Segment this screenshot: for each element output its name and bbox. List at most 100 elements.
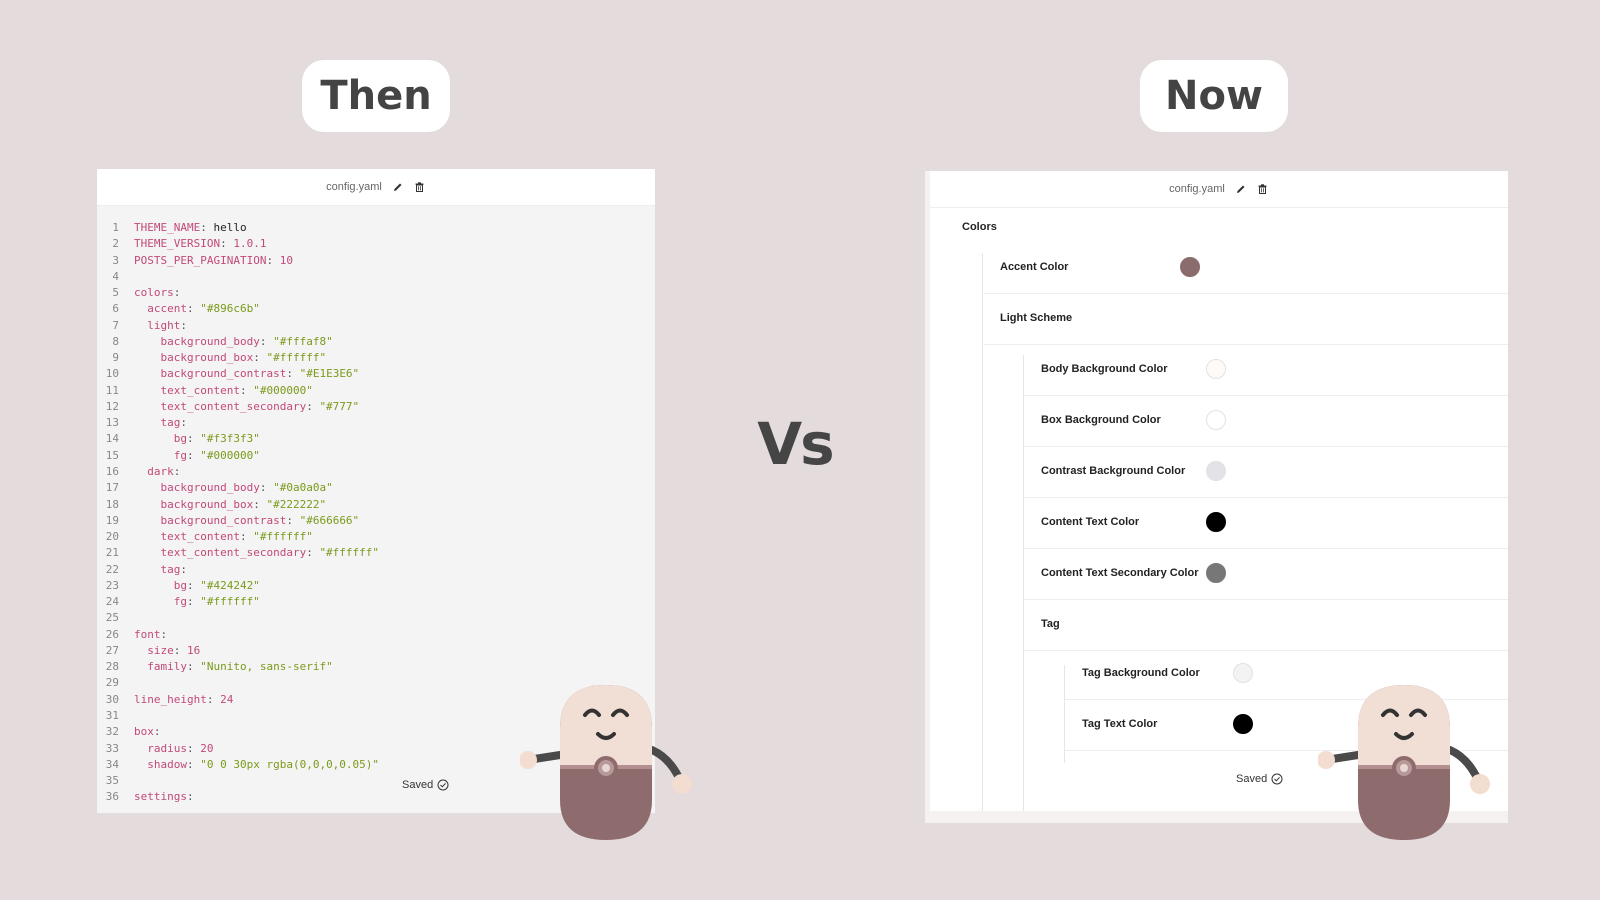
code-token: : <box>306 546 320 560</box>
code-line: 20 text_content: "#ffffff" <box>97 529 655 545</box>
setting-label: Light Scheme <box>1000 312 1073 324</box>
color-swatch[interactable] <box>1206 563 1226 583</box>
code-text: bg: "#f3f3f3" <box>134 431 260 447</box>
code-line: 13 tag: <box>97 415 655 431</box>
line-number: 29 <box>105 676 119 690</box>
code-token: "#0a0a0a" <box>273 481 333 495</box>
code-line: 17 background_body: "#0a0a0a" <box>97 480 655 496</box>
code-token: THEME_NAME <box>134 221 201 234</box>
line-number: 23 <box>105 578 119 592</box>
code-token: radius <box>134 741 187 755</box>
code-line: 25 <box>97 610 655 626</box>
code-line: 14 bg: "#f3f3f3" <box>97 431 655 447</box>
code-token: : <box>186 790 194 804</box>
code-token: bg <box>134 578 187 592</box>
code-token: : <box>286 513 300 527</box>
code-token: "#424242" <box>200 578 260 592</box>
line-number: 8 <box>112 334 119 348</box>
setting-row: Contrast Background Color <box>1023 445 1508 498</box>
edit-icon[interactable] <box>1235 183 1247 195</box>
code-token: : <box>220 237 234 251</box>
code-line: 5 colors: <box>97 285 655 301</box>
code-token: : <box>259 334 274 348</box>
code-token: colors <box>134 286 174 300</box>
code-token: : <box>186 741 201 755</box>
line-number: 10 <box>105 367 119 381</box>
code-line: 3 POSTS_PER_PAGINATION: 10 <box>97 253 655 269</box>
code-token: : <box>186 578 201 592</box>
color-swatch[interactable] <box>1233 663 1253 683</box>
color-swatch[interactable] <box>1206 461 1226 481</box>
color-swatch[interactable] <box>1233 714 1253 734</box>
code-text: fg: "#000000" <box>134 448 260 464</box>
code-line: 27 size: 16 <box>97 643 655 659</box>
code-text: background_contrast: "#666666" <box>134 513 359 529</box>
line-number: 35 <box>105 774 119 788</box>
edit-icon[interactable] <box>392 181 404 193</box>
trash-icon[interactable] <box>1257 183 1269 195</box>
saved-text: Saved <box>1236 773 1268 785</box>
line-number: 5 <box>112 286 119 300</box>
line-number: 3 <box>112 253 119 267</box>
code-line: 9 background_box: "#ffffff" <box>97 350 655 366</box>
color-swatch[interactable] <box>1206 359 1226 379</box>
line-number: 2 <box>112 237 119 251</box>
code-token: "#000000" <box>253 383 313 397</box>
line-number: 34 <box>105 757 119 771</box>
code-token: 24 <box>220 692 234 706</box>
code-token: fg <box>134 448 187 462</box>
line-number: 25 <box>105 611 119 625</box>
line-number: 15 <box>105 448 119 462</box>
editor-header: config.yaml <box>930 171 1508 208</box>
code-text: box: <box>134 724 161 740</box>
code-text: font: <box>134 627 167 643</box>
color-swatch[interactable] <box>1206 410 1226 430</box>
code-token: text_content_secondary <box>134 546 307 560</box>
setting-label: Accent Color <box>1000 261 1069 273</box>
code-token: "#ffffff" <box>266 351 327 365</box>
line-number: 36 <box>105 790 119 804</box>
code-token: : <box>160 627 168 641</box>
code-line: 18 background_box: "#222222" <box>97 497 655 513</box>
saved-status: Saved <box>402 779 449 791</box>
code-line: 8 background_body: "#fffaf8" <box>97 334 655 350</box>
setting-row: Light Scheme <box>982 292 1508 345</box>
code-token: size <box>134 643 174 657</box>
color-swatch[interactable] <box>1206 512 1226 532</box>
code-text: tag: <box>134 415 187 431</box>
line-number: 26 <box>105 627 119 641</box>
code-token: tag <box>134 416 181 430</box>
code-token: : <box>173 464 181 478</box>
trash-icon[interactable] <box>414 181 426 193</box>
code-line: 10 background_contrast: "#E1E3E6" <box>97 366 655 382</box>
code-token: font <box>134 627 161 641</box>
code-text: text_content_secondary: "#777" <box>134 399 359 415</box>
code-token: text_content <box>134 383 240 397</box>
color-swatch[interactable] <box>1180 257 1200 277</box>
code-text: settings: <box>134 789 194 805</box>
code-text: background_body: "#0a0a0a" <box>134 480 333 496</box>
code-text: light: <box>134 318 187 334</box>
code-token: : <box>239 383 254 397</box>
code-line: 1 THEME_NAME: hello <box>97 220 655 236</box>
code-token: : <box>206 692 221 706</box>
code-line: 16 dark: <box>97 464 655 480</box>
code-token: box <box>134 725 154 739</box>
code-text: background_body: "#fffaf8" <box>134 334 332 350</box>
setting-label: Body Background Color <box>1041 363 1168 375</box>
code-token: : <box>186 432 201 446</box>
code-token: "#666666" <box>299 513 360 527</box>
line-number: 31 <box>105 708 119 722</box>
code-line: 26 font: <box>97 627 655 643</box>
code-text: colors: <box>134 285 180 301</box>
code-token: : <box>186 595 201 609</box>
code-token: dark <box>134 464 174 478</box>
code-text: fg: "#ffffff" <box>134 594 260 610</box>
code-token: "Nunito, sans-serif" <box>200 660 333 674</box>
code-text: THEME_VERSION: 1.0.1 <box>134 236 266 252</box>
code-text: text_content_secondary: "#ffffff" <box>134 545 379 561</box>
code-line: 7 light: <box>97 318 655 334</box>
code-token: background_body <box>134 334 260 348</box>
code-text: background_box: "#ffffff" <box>134 350 326 366</box>
code-text: text_content: "#000000" <box>134 383 313 399</box>
